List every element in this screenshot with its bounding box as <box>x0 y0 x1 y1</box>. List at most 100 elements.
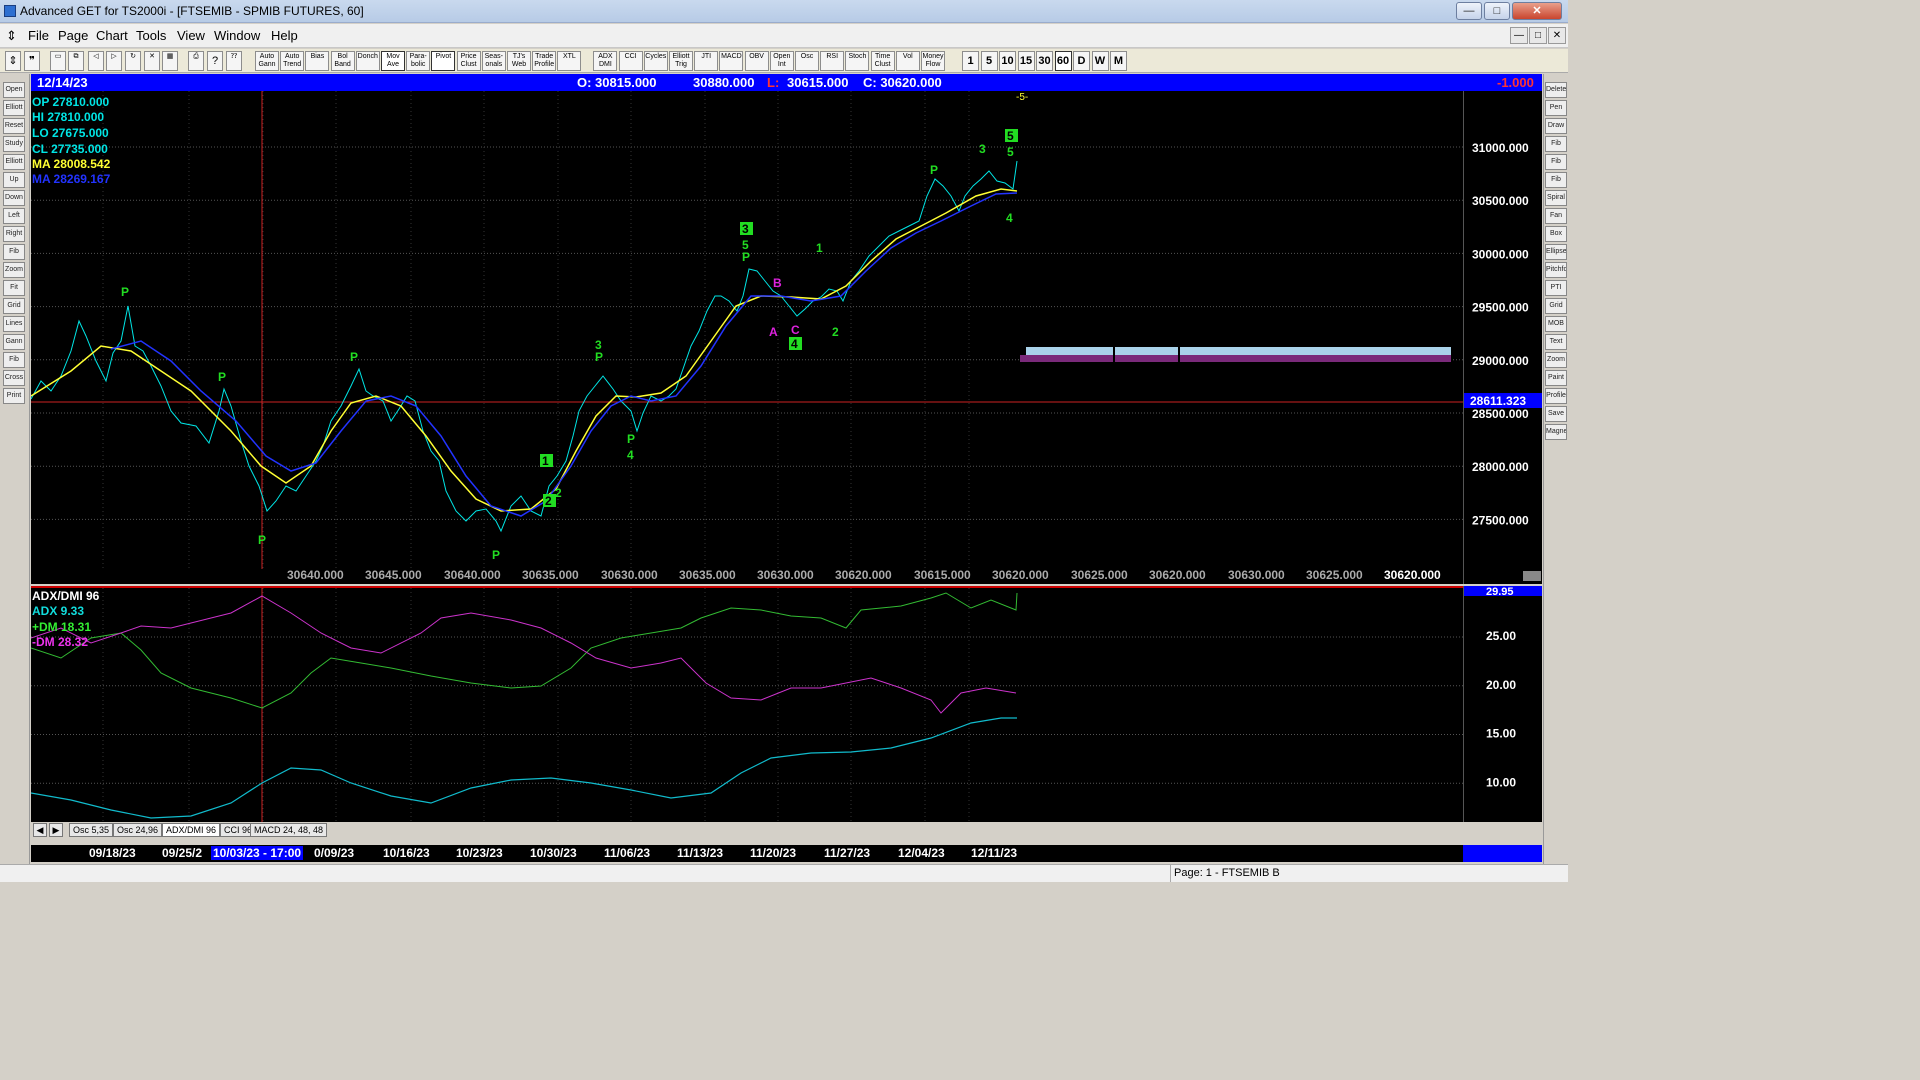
price-chart-panel[interactable]: PPPPP3PP412235PABC412P3554 30640.000 3064… <box>30 91 1463 584</box>
study-button-money-flow[interactable]: Money Flow <box>921 51 945 71</box>
interval-button-30[interactable]: 30 <box>1036 51 1053 71</box>
help-icon[interactable]: ? <box>207 51 223 71</box>
interval-button-60[interactable]: 60 <box>1054 51 1072 71</box>
study-button-open-int[interactable]: Open Int <box>769 51 794 71</box>
tab-adx-dmi-96[interactable]: ADX/DMI 96 <box>162 823 221 837</box>
delete-icon[interactable]: ✕ <box>144 51 160 71</box>
right-tool-text-icon[interactable]: Text <box>1545 334 1567 350</box>
axis-scale-icon[interactable] <box>1523 571 1541 581</box>
copy-icon[interactable]: ⧉ <box>68 51 84 71</box>
study-button-bol-band[interactable]: Bol Band <box>330 51 355 71</box>
right-tool-spiral-icon[interactable]: Spiral <box>1545 190 1567 206</box>
maximize-button[interactable]: □ <box>1484 2 1510 20</box>
study-button-elliott-trig[interactable]: Elliott Trig <box>669 51 693 71</box>
left-tool-study-icon[interactable]: Study <box>3 136 25 152</box>
interval-button-w[interactable]: W <box>1091 51 1109 71</box>
study-button-trade-profile[interactable]: Trade Profile <box>532 51 557 71</box>
study-button-obv[interactable]: OBV <box>744 51 769 71</box>
right-tool-draw-icon[interactable]: Draw <box>1545 118 1567 134</box>
study-button-auto-gann[interactable]: Auto Gann <box>255 51 279 71</box>
left-tool-right-icon[interactable]: Right <box>3 226 25 242</box>
left-tool-cross-icon[interactable]: Cross <box>3 370 25 386</box>
left-tool-fib-icon[interactable]: Fib <box>3 352 25 368</box>
right-tool-delete-icon[interactable]: Delete <box>1545 82 1567 98</box>
close-button[interactable]: ✕ <box>1512 2 1562 20</box>
study-button-macd[interactable]: MACD <box>719 51 744 71</box>
tab-osc-5-35[interactable]: Osc 5,35 <box>69 823 114 837</box>
tab-scroll-right-icon[interactable]: ▶ <box>49 823 63 837</box>
study-button-vol[interactable]: Vol <box>895 51 920 71</box>
right-tool-fib-ext-icon[interactable]: Fib Ext <box>1545 154 1567 170</box>
right-tool-fib-time-icon[interactable]: Fib Time <box>1545 172 1567 188</box>
left-tool-up-icon[interactable]: Up <box>3 172 25 188</box>
tab-osc-24-96[interactable]: Osc 24,96 <box>113 823 163 837</box>
study-button-adx-dmi[interactable]: ADX DMI <box>593 51 618 71</box>
study-button-donch[interactable]: Donch <box>355 51 380 71</box>
right-tool-fan-icon[interactable]: Fan <box>1545 208 1567 224</box>
mdi-restore-button[interactable]: □ <box>1529 27 1547 44</box>
left-tool-grid-icon[interactable]: Grid <box>3 298 25 314</box>
right-tool-profile-icon[interactable]: Profile <box>1545 388 1567 404</box>
right-tool-mob-icon[interactable]: MOB <box>1545 316 1567 332</box>
right-tool-ellipse-icon[interactable]: Ellipse <box>1545 244 1567 260</box>
quote-icon[interactable]: ❞ <box>24 51 40 71</box>
study-button-seas-onals[interactable]: Seas- onals <box>481 51 506 71</box>
right-tool-pti-icon[interactable]: PTI <box>1545 280 1567 296</box>
left-tool-fit-icon[interactable]: Fit <box>3 280 25 296</box>
grid-icon[interactable]: ▦ <box>162 51 178 71</box>
left-tool-down-icon[interactable]: Down <box>3 190 25 206</box>
refresh-icon[interactable]: ↻ <box>125 51 141 71</box>
menu-page[interactable]: Page <box>58 28 88 43</box>
interval-button-m[interactable]: M <box>1110 51 1127 71</box>
left-tool-fib-icon[interactable]: Fib <box>3 244 25 260</box>
right-tool-pitchfork-icon[interactable]: Pitchfork <box>1545 262 1567 278</box>
osc-axis[interactable]: 29.95 25.00 20.00 15.00 10.00 <box>1463 586 1542 822</box>
right-tool-paint-icon[interactable]: Paint <box>1545 370 1567 386</box>
menu-view[interactable]: View <box>177 28 205 43</box>
tab-macd-24-48-48[interactable]: MACD 24, 48, 48 <box>250 823 328 837</box>
menu-help[interactable]: Help <box>271 28 298 43</box>
menu-chart[interactable]: Chart <box>96 28 128 43</box>
menu-icon[interactable]: ⇕ <box>6 28 17 44</box>
print-icon[interactable]: ⎙ <box>188 51 204 71</box>
mdi-close-button[interactable]: ✕ <box>1548 27 1566 44</box>
right-tool-grid-icon[interactable]: Grid <box>1545 298 1567 314</box>
interval-button-d[interactable]: D <box>1073 51 1090 71</box>
adx-dmi-panel[interactable]: ADX/DMI 96 ADX 9.33 +DM 18.31 -DM 28.32 <box>30 586 1463 822</box>
minimize-button[interactable]: — <box>1456 2 1482 20</box>
study-button-para-bolic[interactable]: Para- bolic <box>406 51 431 71</box>
right-tool-zoom-icon[interactable]: Zoom <box>1545 352 1567 368</box>
back-icon[interactable]: ◁ <box>88 51 104 71</box>
right-tool-box-icon[interactable]: Box <box>1545 226 1567 242</box>
study-button-bias[interactable]: Bias <box>305 51 330 71</box>
interval-button-15[interactable]: 15 <box>1017 51 1035 71</box>
study-button-osc[interactable]: Osc <box>795 51 819 71</box>
study-button-time-clust[interactable]: Time Clust <box>870 51 895 71</box>
left-tool-left-icon[interactable]: Left <box>3 208 25 224</box>
interval-button-5[interactable]: 5 <box>980 51 998 71</box>
right-tool-magnet-icon[interactable]: Magnet <box>1545 424 1567 440</box>
study-button-mov-ave[interactable]: Mov Ave <box>381 51 405 71</box>
menu-tools[interactable]: Tools <box>136 28 166 43</box>
forward-icon[interactable]: ▷ <box>106 51 122 71</box>
left-tool-open-icon[interactable]: Open <box>3 82 25 98</box>
right-tool-save-icon[interactable]: Save <box>1545 406 1567 422</box>
tab-scroll-left-icon[interactable]: ◀ <box>33 823 47 837</box>
right-tool-pen-icon[interactable]: Pen <box>1545 100 1567 116</box>
new-page-icon[interactable]: ▭ <box>50 51 66 71</box>
study-button-tj-s-web[interactable]: TJ's Web <box>507 51 531 71</box>
interval-button-1[interactable]: 1 <box>962 51 979 71</box>
study-button-jti[interactable]: JTI <box>694 51 719 71</box>
right-tool-fib-ret-icon[interactable]: Fib Ret <box>1545 136 1567 152</box>
left-tool-elliott-icon[interactable]: Elliott <box>3 154 25 170</box>
study-button-price-clust[interactable]: Price Clust <box>456 51 481 71</box>
mdi-minimize-button[interactable]: — <box>1510 27 1528 44</box>
study-button-pivot[interactable]: Pivot <box>431 51 456 71</box>
study-button-cycles[interactable]: Cycles <box>643 51 668 71</box>
menu-window[interactable]: Window <box>214 28 260 43</box>
left-tool-lines-icon[interactable]: Lines <box>3 316 25 332</box>
study-button-stoch[interactable]: Stoch <box>845 51 870 71</box>
interval-button-10[interactable]: 10 <box>999 51 1016 71</box>
price-chart-svg[interactable]: PPPPP3PP412235PABC412P3554 30640.000 3064… <box>30 91 1463 584</box>
left-tool-reset-icon[interactable]: Reset <box>3 118 25 134</box>
